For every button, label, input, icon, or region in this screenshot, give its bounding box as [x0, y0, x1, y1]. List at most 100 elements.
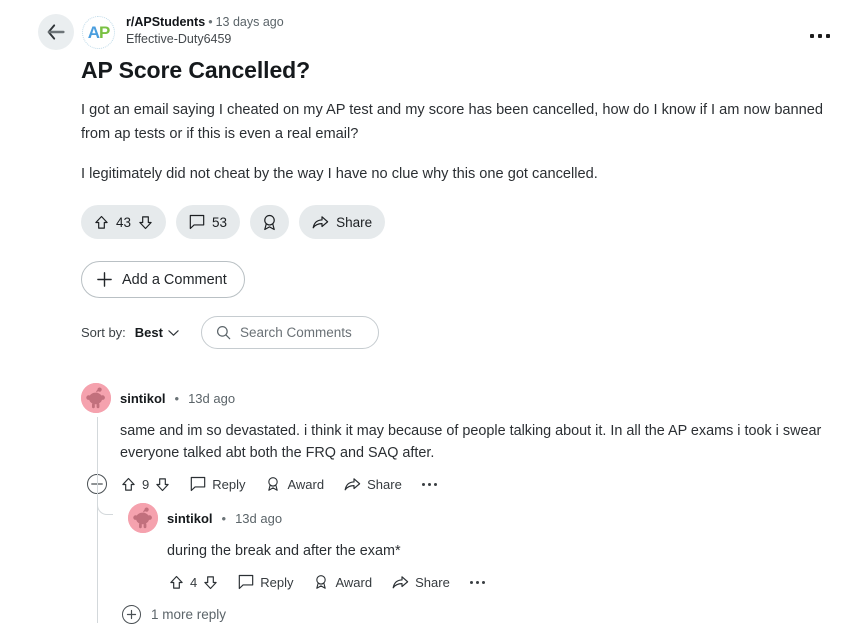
snoo-avatar-icon	[81, 383, 111, 413]
upvote-icon[interactable]	[94, 215, 109, 230]
comment-reply-button[interactable]: Reply	[180, 470, 255, 498]
award-icon	[265, 476, 281, 492]
share-icon	[392, 575, 409, 590]
comment-more-options-button[interactable]	[460, 568, 495, 596]
avatar-letter-p: P	[98, 22, 110, 42]
downvote-icon[interactable]	[155, 477, 170, 492]
thread-connector	[97, 499, 113, 515]
kebab-dot	[826, 34, 830, 38]
comment-more-options-button[interactable]	[412, 470, 447, 498]
sort-by-label: Sort by:	[81, 325, 126, 340]
avatar[interactable]	[128, 503, 158, 533]
downvote-icon[interactable]	[203, 575, 218, 590]
more-replies-label: 1 more reply	[151, 607, 227, 622]
expand-icon	[122, 605, 141, 624]
award-icon	[313, 574, 329, 590]
comment-share-button[interactable]: Share	[382, 568, 460, 596]
comment-text: same and im so devastated. i think it ma…	[120, 423, 822, 461]
comment-age: 13d ago	[235, 510, 283, 526]
snoo-avatar-icon	[128, 503, 158, 533]
comment-author[interactable]: sintikol	[120, 391, 166, 406]
comment-icon	[238, 574, 254, 590]
post-author[interactable]: Effective-Duty6459	[126, 31, 284, 48]
comment-reply-button[interactable]: Reply	[228, 568, 303, 596]
ellipsis-dot	[481, 580, 485, 584]
sort-by-value: Best	[134, 325, 163, 340]
upvote-icon[interactable]	[169, 575, 184, 590]
comment-header: sintikol • 13d ago	[128, 503, 841, 533]
post-more-options-button[interactable]	[810, 34, 830, 38]
award-icon	[261, 214, 278, 231]
comment-score: 4	[190, 574, 198, 590]
ellipsis-icon	[421, 482, 437, 486]
ellipsis-dot	[469, 580, 473, 584]
comment-award-label: Award	[287, 476, 325, 492]
post-meta: r/APStudents • 13 days ago Effective-Duty6…	[126, 14, 284, 48]
comment-reply-label: Reply	[260, 574, 294, 590]
downvote-icon[interactable]	[138, 215, 153, 230]
post-vote-pill[interactable]: 43	[81, 205, 167, 239]
sort-by-dropdown[interactable]: Best	[135, 325, 179, 340]
nested-comment: sintikol • 13d ago during the break and …	[97, 499, 841, 597]
post-share-button[interactable]: Share	[299, 205, 386, 239]
comment-age: 13d ago	[188, 390, 236, 406]
thread-line	[97, 417, 98, 623]
comment-vote-group[interactable]: 9	[117, 470, 180, 498]
comment-thread: sintikol • 13d ago same and im so devast…	[81, 383, 841, 624]
post-award-button[interactable]	[250, 205, 290, 239]
post-title: AP Score Cancelled?	[81, 57, 311, 83]
post-comments-pill[interactable]: 53	[176, 205, 241, 239]
comment-text: during the break and after the exam*	[167, 543, 401, 559]
search-comments-field[interactable]: Search Comments	[200, 316, 379, 349]
comment-reply-label: Reply	[212, 476, 246, 492]
kebab-dot	[810, 34, 814, 38]
upvote-icon[interactable]	[121, 477, 136, 492]
comment-share-label: Share	[367, 476, 402, 492]
comment-score: 9	[142, 476, 150, 492]
comment-icon	[190, 476, 206, 492]
post-body: I got an email saying I cheated on my AP…	[81, 98, 826, 186]
post-share-label: Share	[336, 214, 373, 230]
chevron-down-icon	[168, 329, 179, 337]
comment-share-button[interactable]: Share	[334, 470, 412, 498]
post-score: 43	[116, 214, 132, 230]
post-age: 13 days ago	[215, 15, 284, 29]
post-paragraph: I got an email saying I cheated on my AP…	[81, 102, 824, 142]
comments-list: sintikol • 13d ago same and im so devast…	[81, 383, 841, 624]
kebab-dot	[818, 34, 822, 38]
post-comment-count: 53	[212, 214, 228, 230]
more-replies-button[interactable]: 1 more reply	[122, 605, 841, 624]
comment-award-button[interactable]: Award	[255, 470, 334, 498]
comment-sort-bar: Sort by: Best Search Comments	[81, 316, 379, 349]
comment-body: during the break and after the exam*	[167, 540, 841, 562]
meta-separator: •	[208, 15, 213, 29]
comment-meta-separator: •	[221, 510, 227, 526]
search-icon	[216, 325, 231, 340]
avatar[interactable]	[81, 383, 111, 413]
post-paragraph: I legitimately did not cheat by the way …	[81, 166, 598, 182]
ellipsis-dot	[433, 482, 437, 486]
back-button[interactable]	[38, 14, 74, 50]
plus-icon	[96, 271, 113, 288]
subreddit-avatar[interactable]: AP	[82, 16, 115, 49]
share-icon	[312, 215, 329, 230]
search-comments-placeholder: Search Comments	[239, 325, 352, 340]
comment-author[interactable]: sintikol	[167, 511, 213, 526]
post-meta-line-1: r/APStudents • 13 days ago	[126, 14, 284, 31]
add-comment-button[interactable]: Add a Comment	[81, 261, 245, 298]
comment-action-bar: 9 Reply Award Share	[87, 469, 841, 499]
ellipsis-icon	[469, 580, 485, 584]
comment-action-bar: 4 Reply Award Share	[169, 567, 841, 597]
comment-meta-separator: •	[174, 390, 180, 406]
ellipsis-dot	[427, 482, 431, 486]
add-comment-label: Add a Comment	[122, 271, 227, 288]
ellipsis-dot	[475, 580, 479, 584]
comment-icon	[189, 214, 205, 230]
comment-vote-group[interactable]: 4	[169, 568, 228, 596]
post-page: AP r/APStudents • 13 days ago Effective-Du…	[0, 0, 854, 627]
comment-award-label: Award	[335, 574, 373, 590]
arrow-left-icon	[47, 24, 65, 40]
comment-award-button[interactable]: Award	[303, 568, 382, 596]
comment-header: sintikol • 13d ago	[81, 383, 841, 413]
subreddit-link[interactable]: r/APStudents	[126, 15, 205, 29]
